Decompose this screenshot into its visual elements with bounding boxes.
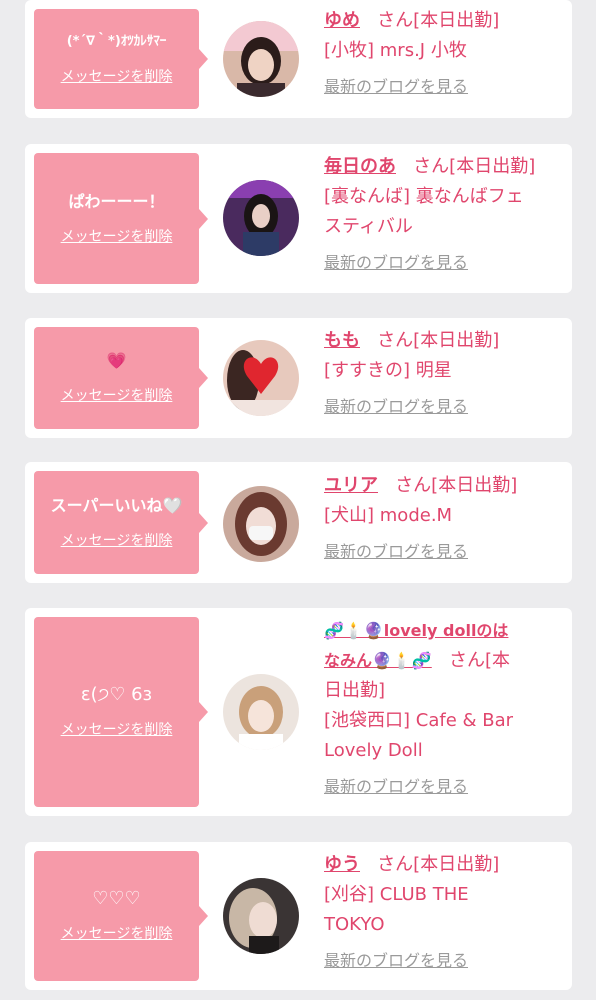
list-item: スーパーいいね🤍 メッセージを削除 ユリア さん[本日出勤] [犬山] mode…	[25, 462, 572, 583]
delete-message-link[interactable]: メッセージを削除	[61, 66, 173, 86]
profile-info: もも さん[本日出勤] [すすきの] 明星 最新のブログを見る	[324, 326, 564, 422]
message-bubble: 💗 メッセージを削除	[34, 327, 208, 429]
message-bubble: スーパーいいね🤍 メッセージを削除	[34, 471, 208, 574]
profile-info: 🧬🕯️🔮lovely dollのは なみん🔮🕯️🧬 さん[本 日出勤] [池袋西…	[324, 616, 564, 802]
profile-name-link[interactable]: ユリア	[324, 475, 378, 496]
list-item: ɛ(੭♡ 6з メッセージを削除 🧬🕯️🔮lovely dollのは なみん🔮🕯…	[25, 608, 572, 816]
avatar[interactable]	[223, 878, 299, 954]
attendance-label: さん[本日出勤]	[377, 10, 500, 31]
message-text: ♡♡♡	[92, 888, 141, 909]
profile-info: ゆめ さん[本日出勤] [小牧] mrs.J 小牧 最新のブログを見る	[324, 6, 564, 102]
shop-label: [刈谷] CLUB THE	[324, 884, 469, 905]
delete-message-link[interactable]: メッセージを削除	[61, 719, 173, 739]
profile-info: ユリア さん[本日出勤] [犬山] mode.M 最新のブログを見る	[324, 471, 564, 567]
shop-label: [池袋西口] Cafe & Bar	[324, 710, 514, 731]
shop-label: [犬山] mode.M	[324, 505, 453, 526]
avatar[interactable]	[223, 340, 299, 416]
latest-blog-link[interactable]: 最新のブログを見る	[324, 950, 468, 972]
shop-label: [すすきの] 明星	[324, 360, 452, 381]
message-text: 💗	[106, 351, 127, 370]
list-item: 💗 メッセージを削除 もも さん[本日出勤] [すすきの] 明星 最新のブログを…	[25, 318, 572, 438]
message-text: ɛ(੭♡ 6з	[80, 684, 153, 705]
avatar[interactable]	[223, 674, 299, 750]
shop-label-continued: TOKYO	[324, 914, 385, 935]
message-feed: (*´∇｀*)ｵﾂｶﾚｻﾏｰ メッセージを削除 ゆめ さん[本日出勤] [小牧]…	[0, 0, 596, 1000]
profile-name-link[interactable]: もも	[324, 330, 360, 351]
message-bubble: ぱわーーー！ メッセージを削除	[34, 153, 208, 284]
delete-message-link[interactable]: メッセージを削除	[61, 385, 173, 405]
profile-name-link[interactable]: ゆう	[324, 854, 360, 875]
shop-label-continued: Lovely Doll	[324, 740, 423, 761]
attendance-label: さん[本日出勤]	[413, 156, 536, 177]
list-item: (*´∇｀*)ｵﾂｶﾚｻﾏｰ メッセージを削除 ゆめ さん[本日出勤] [小牧]…	[25, 0, 572, 118]
list-item: ぱわーーー！ メッセージを削除 毎日のあ さん[本日出勤] [裏なんば] 裏なん…	[25, 144, 572, 293]
message-bubble: (*´∇｀*)ｵﾂｶﾚｻﾏｰ メッセージを削除	[34, 9, 208, 109]
profile-name-link[interactable]: 毎日のあ	[324, 156, 396, 177]
list-item: ♡♡♡ メッセージを削除 ゆう さん[本日出勤] [刈谷] CLUB THE T…	[25, 842, 572, 990]
latest-blog-link[interactable]: 最新のブログを見る	[324, 252, 468, 274]
message-text: ぱわーーー！	[68, 191, 165, 211]
avatar[interactable]	[223, 486, 299, 562]
shop-label: [裏なんば] 裏なんばフェ	[324, 186, 524, 207]
avatar[interactable]	[223, 21, 299, 97]
message-text: (*´∇｀*)ｵﾂｶﾚｻﾏｰ	[66, 34, 167, 49]
attendance-label: さん[本日出勤]	[395, 475, 518, 496]
profile-name-link[interactable]: ゆめ	[324, 10, 360, 31]
attendance-label: さん[本日出勤]	[377, 854, 500, 875]
message-text: スーパーいいね🤍	[50, 495, 183, 515]
avatar[interactable]	[223, 180, 299, 256]
message-bubble: ɛ(੭♡ 6з メッセージを削除	[34, 617, 208, 807]
attendance-label: さん[本	[448, 650, 510, 671]
latest-blog-link[interactable]: 最新のブログを見る	[324, 541, 468, 563]
profile-info: ゆう さん[本日出勤] [刈谷] CLUB THE TOKYO 最新のブログを見…	[324, 850, 564, 976]
shop-label: [小牧] mrs.J 小牧	[324, 40, 467, 61]
delete-message-link[interactable]: メッセージを削除	[61, 226, 173, 246]
latest-blog-link[interactable]: 最新のブログを見る	[324, 396, 468, 418]
latest-blog-link[interactable]: 最新のブログを見る	[324, 76, 468, 98]
delete-message-link[interactable]: メッセージを削除	[61, 923, 173, 943]
shop-label-continued: スティバル	[324, 216, 413, 237]
attendance-label-continued: 日出勤]	[324, 680, 386, 701]
message-bubble: ♡♡♡ メッセージを削除	[34, 851, 208, 981]
attendance-label: さん[本日出勤]	[377, 330, 500, 351]
profile-info: 毎日のあ さん[本日出勤] [裏なんば] 裏なんばフェ スティバル 最新のブログ…	[324, 152, 564, 278]
latest-blog-link[interactable]: 最新のブログを見る	[324, 776, 468, 798]
profile-name-link-continued[interactable]: なみん🔮🕯️🧬	[324, 651, 432, 670]
profile-name-link[interactable]: 🧬🕯️🔮lovely dollのは	[324, 621, 508, 640]
delete-message-link[interactable]: メッセージを削除	[61, 530, 173, 550]
